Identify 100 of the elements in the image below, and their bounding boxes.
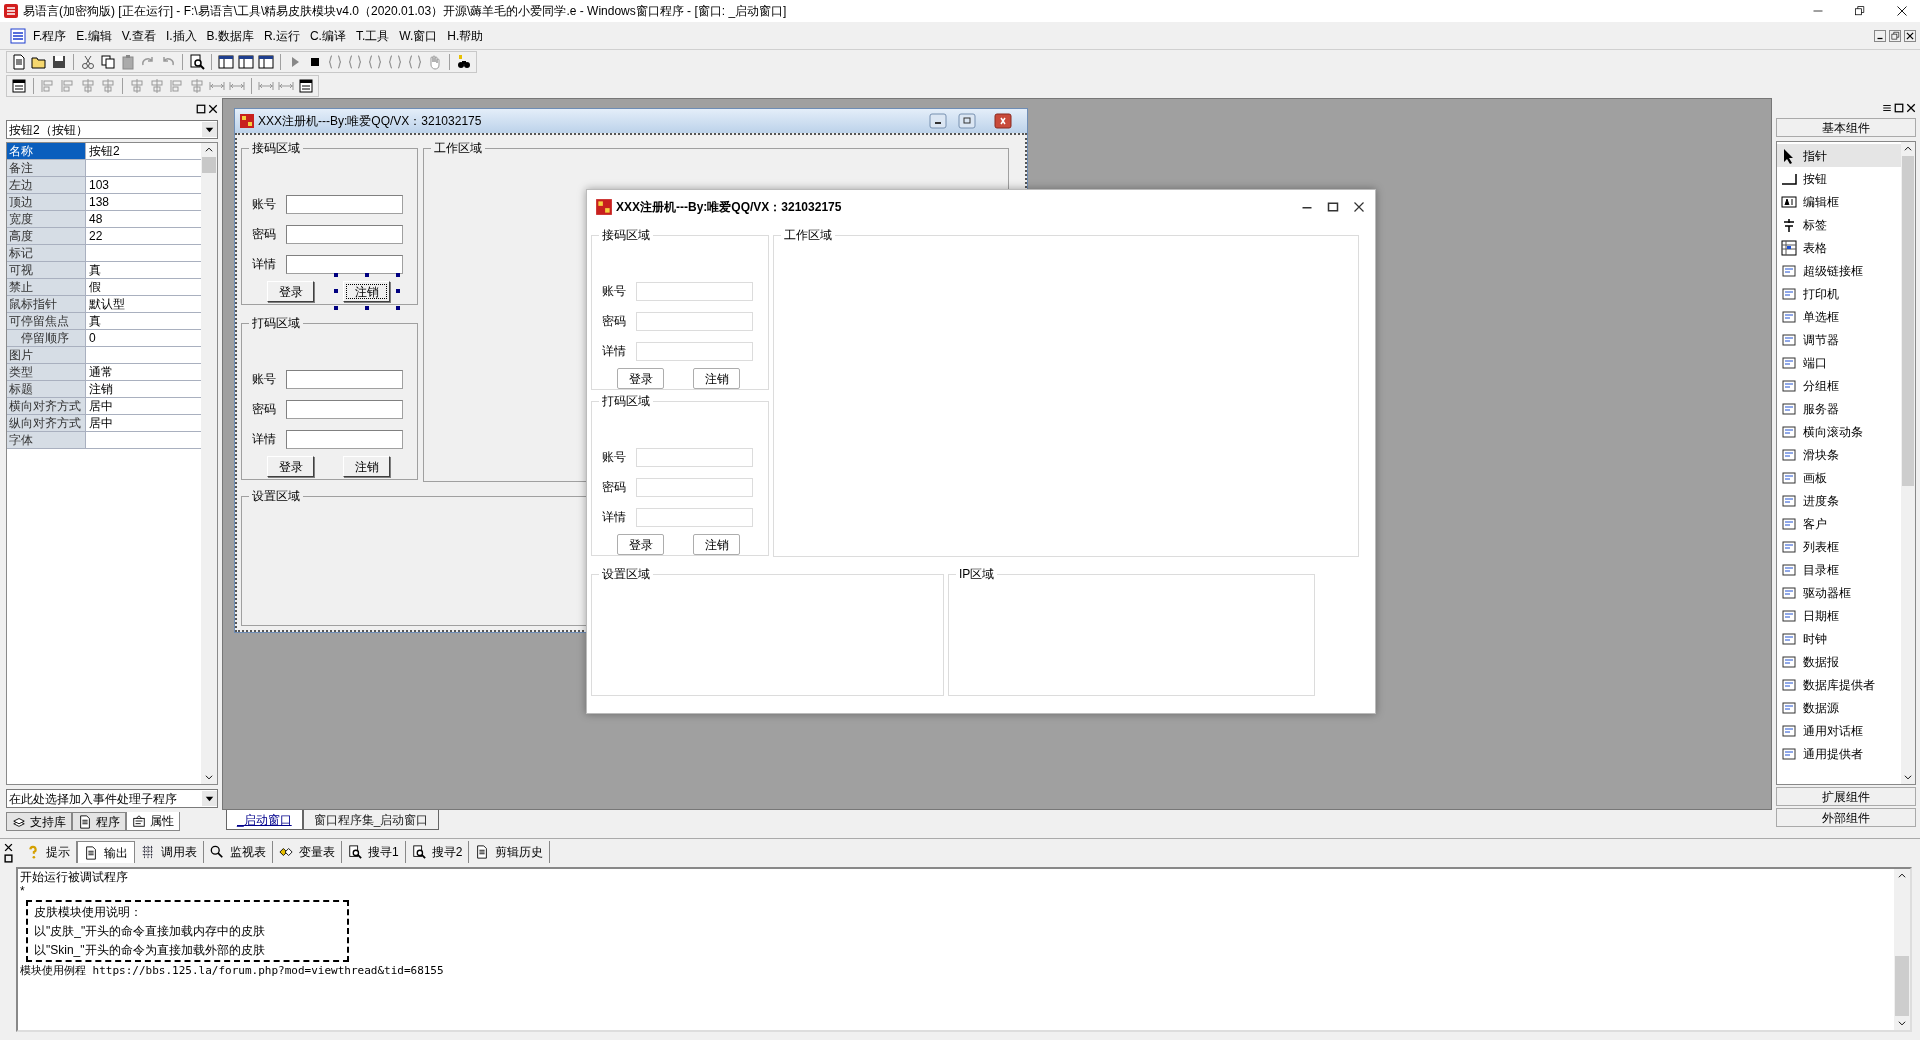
property-value[interactable]: 48 (86, 211, 201, 227)
scroll-up-icon[interactable] (204, 145, 214, 155)
output-tab[interactable]: 调用表 (135, 841, 204, 863)
component-item[interactable]: 时钟 (1777, 627, 1901, 650)
scrollbar-thumb[interactable] (202, 157, 216, 173)
component-item[interactable]: 通用提供者 (1777, 742, 1901, 765)
menu-item[interactable]: V.查看 (116, 26, 161, 45)
component-item[interactable]: 调节器 (1777, 328, 1901, 351)
close-icon[interactable] (1353, 201, 1365, 213)
property-value[interactable]: 居中 (86, 398, 201, 414)
app-menu-icon[interactable] (10, 27, 26, 44)
property-name[interactable]: 类型 (7, 364, 86, 380)
component-item[interactable]: 编辑框 (1777, 190, 1901, 213)
binoculars-icon[interactable] (456, 54, 472, 70)
component-item[interactable]: 客户 (1777, 512, 1901, 535)
property-name[interactable]: 高度 (7, 228, 86, 244)
property-name[interactable]: 停留顺序 (7, 330, 86, 346)
save-icon[interactable] (51, 54, 67, 70)
component-item[interactable]: 数据源 (1777, 696, 1901, 719)
form-button[interactable]: 登录 (617, 368, 664, 389)
component-item[interactable]: 服务器 (1777, 397, 1901, 420)
step-icon[interactable] (347, 54, 363, 70)
form-button[interactable]: 注销 (693, 368, 740, 389)
scrollbar[interactable] (1901, 142, 1915, 784)
component-item[interactable]: 画板 (1777, 466, 1901, 489)
output-tab[interactable]: 输出 (77, 841, 135, 863)
panel-tab[interactable]: 支持库 (6, 812, 72, 831)
menu-icon[interactable] (1882, 103, 1892, 113)
property-name[interactable]: 鼠标指针 (7, 296, 86, 312)
event-selector[interactable]: 在此处选择加入事件处理子程序 (6, 789, 218, 808)
property-value[interactable]: 通常 (86, 364, 201, 380)
component-item[interactable]: 指针 (1777, 144, 1901, 167)
output-tab[interactable]: 剪辑历史 (469, 841, 551, 863)
grid-icon[interactable] (298, 78, 314, 94)
property-value[interactable]: 22 (86, 228, 201, 244)
layout-icon[interactable] (218, 54, 234, 70)
find-icon[interactable] (189, 54, 205, 70)
output-tab[interactable]: 变量表 (273, 841, 342, 863)
input-field[interactable] (286, 429, 403, 449)
menu-item[interactable]: W.窗口 (394, 26, 443, 45)
property-name[interactable]: 可视 (7, 262, 86, 278)
property-value[interactable]: 假 (86, 279, 201, 295)
property-value[interactable]: 真 (86, 262, 201, 278)
scrollbar-thumb[interactable] (1895, 956, 1909, 1016)
step-icon[interactable] (367, 54, 383, 70)
menu-item[interactable]: I.插入 (160, 26, 202, 45)
component-item[interactable]: 目录框 (1777, 558, 1901, 581)
open-folder-icon[interactable] (31, 54, 47, 70)
form-button[interactable]: 注销 (343, 456, 390, 477)
component-item[interactable]: 进度条 (1777, 489, 1901, 512)
component-item[interactable]: 单选框 (1777, 305, 1901, 328)
editor-tab[interactable]: 窗口程序集_启动窗口 (302, 810, 440, 830)
minimize-icon[interactable] (1874, 29, 1886, 42)
object-selector[interactable]: 按钮2（按钮） (6, 120, 218, 139)
form-button[interactable]: 注销 (693, 534, 740, 555)
property-name[interactable]: 备注 (7, 160, 86, 176)
component-item[interactable]: 通用对话框 (1777, 719, 1901, 742)
property-value[interactable]: 注销 (86, 381, 201, 397)
maximize-icon[interactable] (1894, 103, 1904, 113)
pin-icon[interactable] (196, 104, 206, 114)
scroll-down-icon[interactable] (1903, 772, 1913, 782)
restore-icon[interactable] (1854, 5, 1866, 17)
panel-tab[interactable]: 程序 (72, 812, 126, 831)
menu-item[interactable]: C.编译 (304, 26, 351, 45)
panel-tab[interactable]: 属性 (126, 812, 180, 831)
hand-icon[interactable] (427, 54, 443, 70)
close-icon[interactable] (3, 843, 13, 852)
component-item[interactable]: 超级链接框 (1777, 259, 1901, 282)
form-button[interactable]: 登录 (267, 281, 314, 302)
property-value[interactable]: 0 (86, 330, 201, 346)
menu-item[interactable]: R.运行 (258, 26, 305, 45)
scrollbar[interactable] (1894, 869, 1910, 1030)
input-field[interactable] (286, 399, 403, 419)
component-item[interactable]: 横向滚动条 (1777, 420, 1901, 443)
step-icon[interactable] (407, 54, 423, 70)
copy-icon[interactable] (100, 54, 116, 70)
form-icon[interactable] (11, 78, 27, 94)
layout-icon[interactable] (258, 54, 274, 70)
input-field[interactable] (286, 224, 403, 244)
property-value[interactable]: 按钮2 (86, 143, 201, 159)
property-name[interactable]: 名称 (7, 143, 86, 159)
component-item[interactable]: 表格 (1777, 236, 1901, 259)
property-name[interactable]: 标题 (7, 381, 86, 397)
property-name[interactable]: 图片 (7, 347, 86, 363)
component-item[interactable]: 按钮 (1777, 167, 1901, 190)
output-tab[interactable]: 监视表 (204, 841, 273, 863)
close-icon[interactable] (1906, 103, 1916, 113)
property-name[interactable]: 顶边 (7, 194, 86, 210)
maximize-icon[interactable] (1327, 201, 1339, 213)
scrollbar[interactable] (201, 143, 217, 784)
property-name[interactable]: 字体 (7, 432, 86, 448)
maximize-icon[interactable] (3, 854, 13, 863)
menu-item[interactable]: F.程序 (28, 26, 72, 45)
component-item[interactable]: 打印机 (1777, 282, 1901, 305)
close-icon[interactable] (1896, 5, 1908, 17)
form-button[interactable]: 注销 (343, 281, 390, 302)
property-value[interactable]: 真 (86, 313, 201, 329)
property-name[interactable]: 左边 (7, 177, 86, 193)
component-item[interactable]: 驱动器框 (1777, 581, 1901, 604)
property-name[interactable]: 宽度 (7, 211, 86, 227)
